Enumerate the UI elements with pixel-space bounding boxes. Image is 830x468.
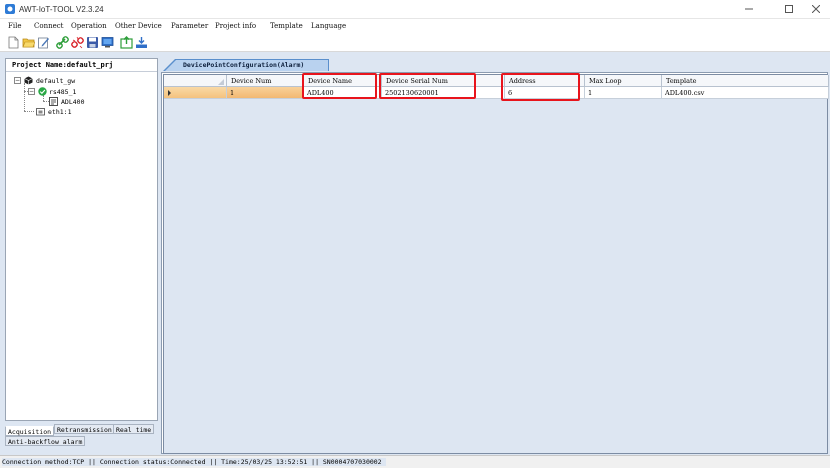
- column-header-label: Max Loop: [589, 77, 622, 85]
- menu-parameter[interactable]: Parameter: [171, 22, 208, 30]
- window-title: AWT-IoT-TOOL V2.3.24: [19, 5, 104, 14]
- menu-operation[interactable]: Operation: [71, 22, 107, 30]
- monitor-icon[interactable]: [101, 36, 114, 49]
- project-panel: Project Name:default_prj − default_gw − …: [5, 58, 158, 421]
- status-text: Connection method:TCP || Connection stat…: [2, 458, 386, 466]
- check-connected-icon: [38, 87, 47, 96]
- highlight-device-name: [302, 73, 377, 99]
- close-icon: [812, 5, 820, 13]
- menu-project-info[interactable]: Project info: [215, 22, 256, 30]
- main-area: Project Name:default_prj − default_gw − …: [0, 52, 830, 455]
- tree-line: [24, 111, 34, 112]
- tree-node-gateway[interactable]: default_gw: [36, 77, 75, 85]
- column-header-template[interactable]: Template: [662, 75, 829, 87]
- sort-corner-icon: [218, 79, 224, 85]
- disconnect-icon[interactable]: [71, 36, 84, 49]
- maximize-button[interactable]: [778, 2, 800, 16]
- menu-file[interactable]: File: [8, 22, 21, 30]
- column-header-label: Device Num: [231, 77, 272, 85]
- menu-template[interactable]: Template: [270, 22, 303, 30]
- tree-expander-port[interactable]: −: [28, 88, 35, 95]
- tree-line: [24, 83, 25, 111]
- tab-acquisition[interactable]: Acquisition: [5, 426, 55, 436]
- device-grid: Device Num Device Name Device Serial Num…: [163, 73, 829, 454]
- device-meter-icon: [49, 97, 58, 106]
- new-file-icon[interactable]: [7, 36, 20, 49]
- connect-icon[interactable]: [56, 36, 69, 49]
- tab-anti-backflow-alarm[interactable]: Anti-backflow alarm: [5, 436, 86, 446]
- cell-value: 1: [230, 89, 235, 97]
- row-selector[interactable]: [164, 87, 227, 99]
- cell-template[interactable]: ADL400.csv: [662, 87, 829, 99]
- open-folder-icon[interactable]: [22, 36, 35, 49]
- highlight-address: [501, 73, 580, 101]
- export-icon[interactable]: [120, 36, 133, 49]
- cell-device-num[interactable]: 1: [227, 87, 304, 99]
- cell-value: 1: [588, 89, 593, 97]
- menu-bar: File Connect Operation Other Device Para…: [0, 19, 830, 34]
- menu-language[interactable]: Language: [311, 22, 346, 30]
- save-icon[interactable]: [86, 36, 99, 49]
- grid-corner-header: [164, 75, 227, 87]
- tab-real-time[interactable]: Real time: [113, 424, 155, 434]
- current-row-arrow-icon: [168, 90, 171, 96]
- maximize-icon: [785, 5, 793, 13]
- tab-retransmission[interactable]: Retransmission: [54, 424, 115, 434]
- title-bar: AWT-IoT-TOOL V2.3.24: [0, 0, 830, 19]
- minimize-icon: [745, 8, 753, 10]
- tree-node-port[interactable]: rs485_1: [49, 88, 76, 96]
- column-header-max-loop[interactable]: Max Loop: [585, 75, 662, 87]
- column-header-label: Template: [666, 77, 697, 85]
- active-tab-label: DevicePointConfiguration(Alarm): [183, 61, 305, 69]
- app-logo-icon: [5, 4, 15, 14]
- project-name-label: Project Name:default_prj: [12, 61, 114, 69]
- menu-other-device[interactable]: Other Device: [115, 22, 162, 30]
- cell-value: ADL400.csv: [665, 89, 705, 97]
- toolbar: [0, 34, 830, 52]
- download-icon[interactable]: [135, 36, 148, 49]
- project-header: Project Name:default_prj: [6, 59, 157, 72]
- cell-max-loop[interactable]: 1: [585, 87, 662, 99]
- menu-connect[interactable]: Connect: [34, 22, 63, 30]
- column-header-device-num[interactable]: Device Num: [227, 75, 304, 87]
- tree-node-device[interactable]: ADL400: [61, 98, 84, 106]
- data-grid-frame: Device Num Device Name Device Serial Num…: [161, 72, 829, 454]
- tree-expander-root[interactable]: −: [14, 77, 21, 84]
- minimize-button[interactable]: [738, 2, 760, 16]
- ethernet-port-icon: [36, 108, 45, 116]
- highlight-device-serial-num: [379, 73, 476, 99]
- close-button[interactable]: [805, 2, 827, 16]
- gateway-cube-icon: [24, 76, 33, 85]
- edit-icon[interactable]: [37, 36, 50, 49]
- status-bar: Connection method:TCP || Connection stat…: [0, 455, 830, 468]
- tree-node-eth[interactable]: eth1:1: [48, 108, 71, 116]
- left-tabs: Acquisition Retransmission Real time Ant…: [5, 424, 158, 450]
- tab-device-point-configuration[interactable]: DevicePointConfiguration(Alarm): [163, 59, 329, 71]
